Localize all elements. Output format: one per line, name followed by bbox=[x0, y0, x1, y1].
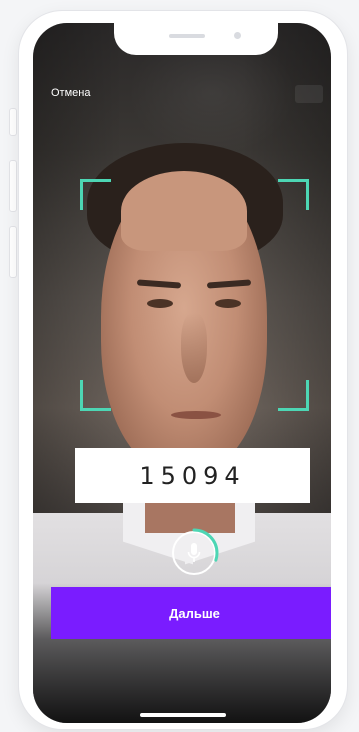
camera-screen: Отмена 15094 Дальше bbox=[33, 23, 331, 723]
record-voice-button[interactable] bbox=[169, 528, 219, 578]
verification-code: 15094 bbox=[139, 461, 246, 490]
face-frame-corner-bottom-right bbox=[278, 380, 309, 411]
camera-person-eye-right bbox=[215, 299, 241, 308]
face-frame-corner-bottom-left bbox=[80, 380, 111, 411]
next-button[interactable]: Дальше bbox=[51, 587, 331, 639]
phone-volume-down-button bbox=[9, 226, 17, 278]
camera-person-eye-left bbox=[147, 299, 173, 308]
home-indicator bbox=[140, 713, 226, 717]
verification-code-box: 15094 bbox=[75, 448, 310, 503]
face-frame-corner-top-left bbox=[80, 179, 111, 210]
face-frame-corner-top-right bbox=[278, 179, 309, 210]
top-right-placeholder bbox=[295, 85, 323, 103]
phone-volume-up-button bbox=[9, 160, 17, 212]
camera-person-mouth bbox=[171, 411, 221, 419]
camera-person-nose bbox=[181, 313, 207, 383]
phone-side-button bbox=[9, 108, 17, 136]
microphone-icon bbox=[187, 542, 201, 569]
camera-person-forehead bbox=[121, 171, 247, 251]
phone-mockup-stage: Отмена 15094 Дальше bbox=[0, 0, 359, 732]
front-camera-dot bbox=[234, 32, 241, 39]
phone-notch bbox=[114, 23, 278, 55]
speaker-grille bbox=[169, 34, 205, 38]
cancel-button[interactable]: Отмена bbox=[51, 87, 90, 99]
